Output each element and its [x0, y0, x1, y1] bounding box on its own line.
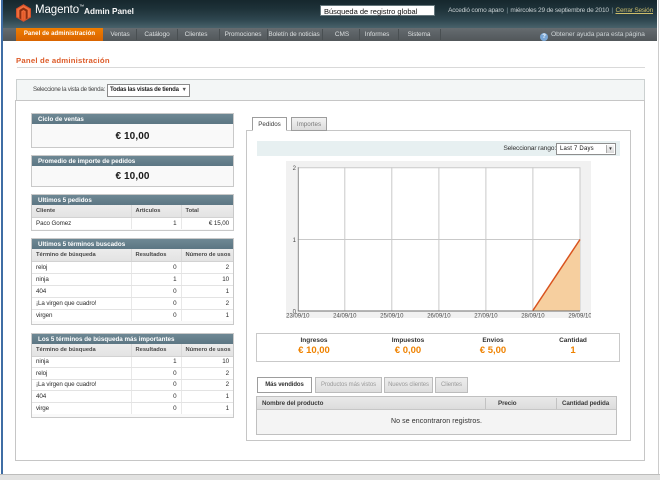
- svg-text:25/09/10: 25/09/10: [380, 314, 404, 319]
- svg-text:24/09/10: 24/09/10: [333, 314, 357, 319]
- svg-text:29/09/10: 29/09/10: [568, 314, 591, 319]
- svg-text:28/09/10: 28/09/10: [521, 314, 545, 319]
- svg-text:26/09/10: 26/09/10: [427, 314, 451, 319]
- svg-text:27/09/10: 27/09/10: [474, 314, 498, 319]
- svg-text:23/09/10: 23/09/10: [286, 314, 310, 319]
